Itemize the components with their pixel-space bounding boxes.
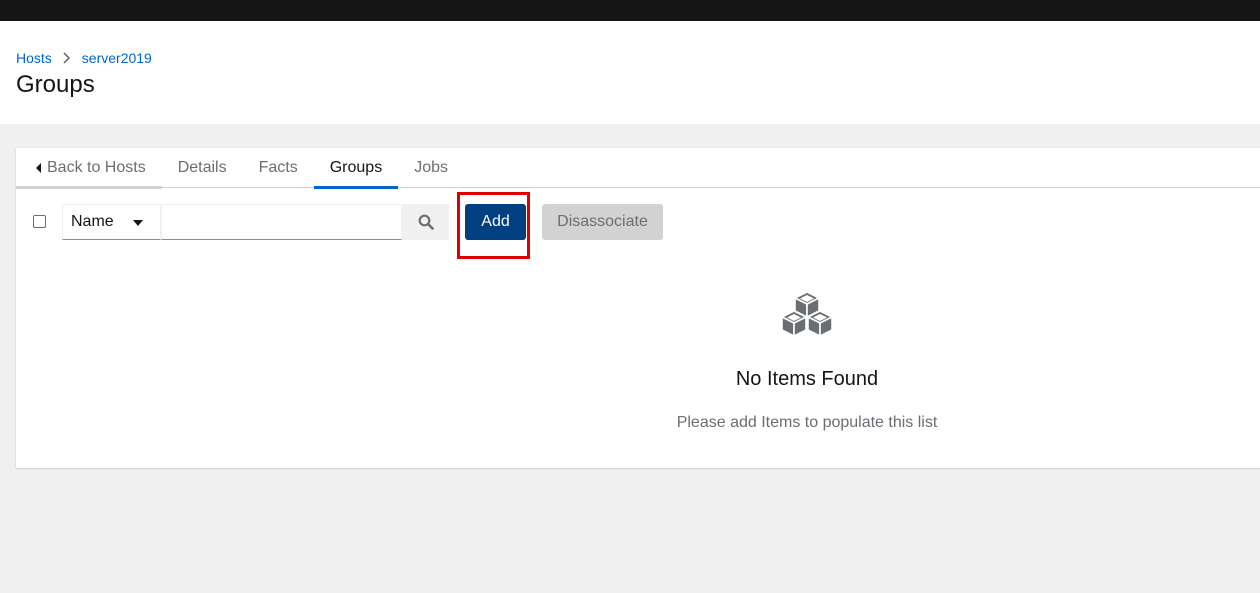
- search-field-value: Name: [71, 213, 114, 230]
- tab-back-to-hosts[interactable]: Back to Hosts: [16, 148, 162, 189]
- breadcrumb-server-link[interactable]: server2019: [82, 50, 152, 66]
- cubes-icon: [781, 291, 833, 337]
- breadcrumb-hosts-link[interactable]: Hosts: [16, 50, 52, 66]
- tab-bar: Back to Hosts Details Facts Groups Jobs: [16, 148, 1260, 189]
- add-button[interactable]: Add: [465, 204, 526, 240]
- tab-jobs[interactable]: Jobs: [398, 148, 464, 188]
- tab-label: Back to Hosts: [47, 159, 146, 176]
- search-button[interactable]: [402, 204, 449, 240]
- caret-left-icon: [36, 163, 41, 173]
- chevron-right-icon: [63, 52, 70, 64]
- tab-label: Details: [177, 159, 227, 176]
- search-icon: [418, 214, 434, 230]
- tab-details[interactable]: Details: [162, 148, 243, 188]
- list-toolbar: Name Add Disassociate: [16, 192, 716, 259]
- empty-state-title: No Items Found: [735, 368, 879, 390]
- groups-card: Back to Hosts Details Facts Groups Jobs …: [16, 148, 1260, 468]
- tab-label: Jobs: [414, 159, 448, 176]
- page-title: Groups: [16, 71, 95, 98]
- breadcrumb: Hosts server2019: [16, 50, 152, 66]
- top-masthead: [0, 0, 1260, 21]
- search-input[interactable]: [161, 204, 402, 240]
- page-header: Hosts server2019 Groups: [0, 21, 1260, 124]
- select-all-checkbox[interactable]: [33, 215, 46, 228]
- disassociate-button[interactable]: Disassociate: [542, 204, 663, 240]
- tab-label: Facts: [258, 159, 298, 176]
- empty-state-body: Please add Items to populate this list: [676, 414, 938, 431]
- caret-down-icon: [133, 220, 143, 226]
- tab-label: Groups: [329, 159, 383, 176]
- tab-groups[interactable]: Groups: [313, 148, 399, 189]
- search-field-select[interactable]: Name: [62, 204, 161, 240]
- tab-facts[interactable]: Facts: [243, 148, 314, 188]
